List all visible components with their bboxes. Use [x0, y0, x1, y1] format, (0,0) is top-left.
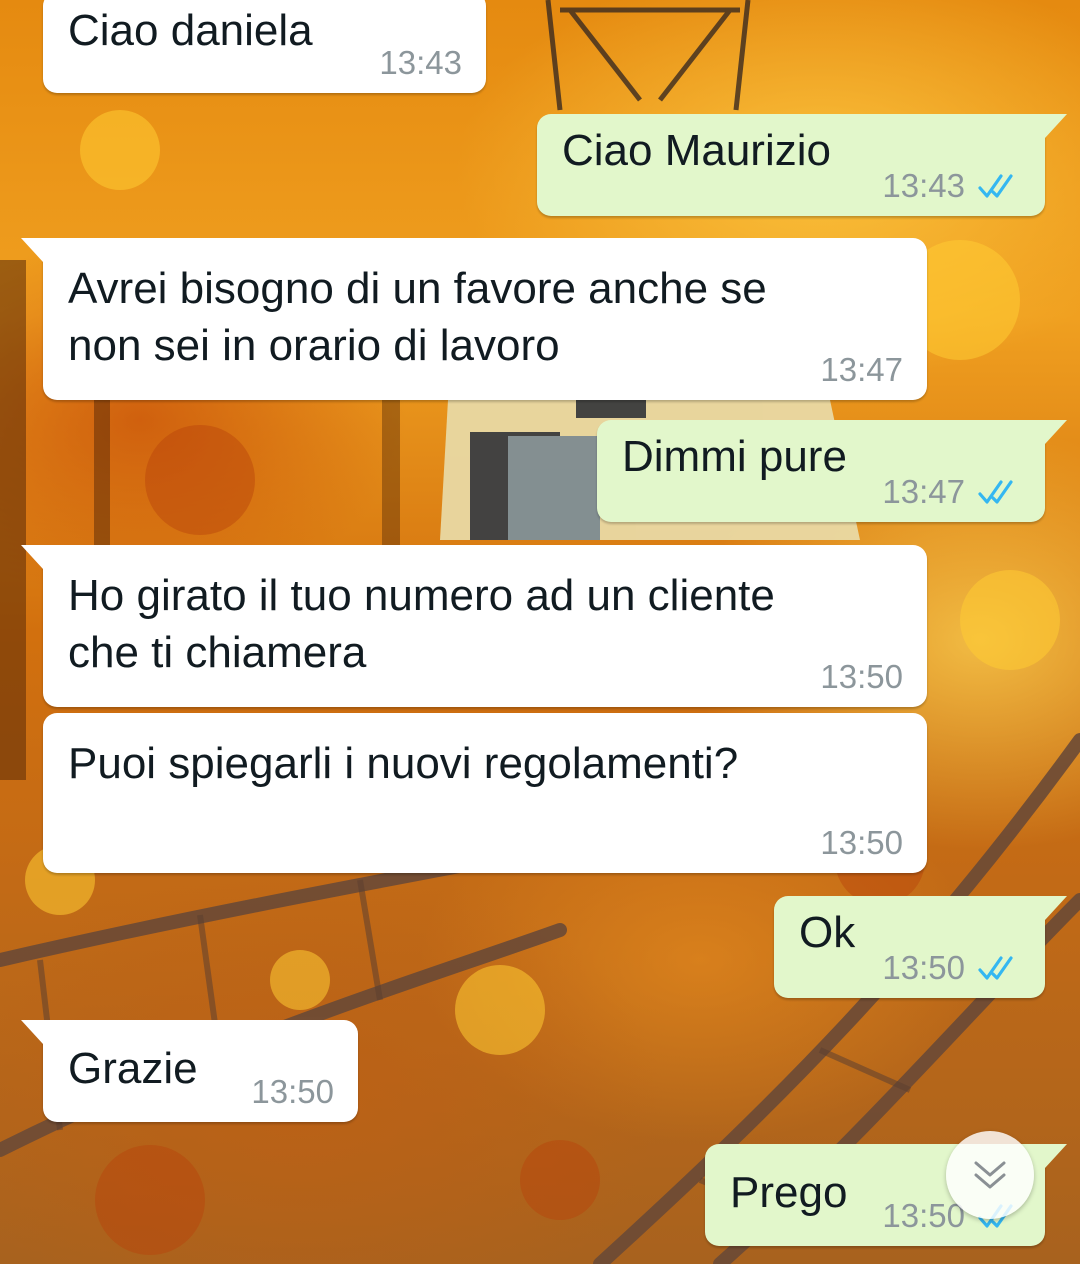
message-text: Dimmi pure	[622, 432, 847, 481]
message-meta: 13:50	[251, 1072, 334, 1112]
message-meta: 13:43	[379, 43, 462, 83]
message-time: 13:50	[251, 1073, 334, 1110]
message-text: Prego	[730, 1168, 848, 1217]
message-outgoing[interactable]: Ciao Maurizio 13:43	[537, 114, 1067, 216]
message-meta: 13:50	[820, 657, 903, 697]
message-outgoing[interactable]: Dimmi pure 13:47	[597, 420, 1067, 522]
double-check-icon	[978, 174, 1013, 198]
message-time: 13:50	[882, 1197, 965, 1234]
message-time: 13:47	[820, 351, 903, 388]
message-text-line: Avrei bisogno di un favore anche se	[68, 264, 767, 313]
message-time: 13:50	[820, 658, 903, 695]
message-time: 13:50	[820, 824, 903, 861]
message-text: Puoi spiegarli i nuovi regolamenti?	[68, 739, 739, 788]
chat-conversation[interactable]: Ciao daniela 13:43 Ciao Maurizio 13:43 A…	[0, 0, 1080, 1264]
message-text-line: Ho girato il tuo numero ad un cliente	[68, 571, 775, 620]
message-incoming[interactable]: Ciao daniela 13:43	[43, 0, 486, 93]
message-time: 13:43	[379, 44, 462, 81]
message-time: 13:43	[882, 167, 965, 204]
message-incoming[interactable]: Avrei bisogno di un favore anche se non …	[21, 238, 927, 400]
message-meta: 13:47	[882, 472, 1021, 512]
message-time: 13:47	[882, 473, 965, 510]
message-text-line: che ti chiamera	[68, 628, 367, 677]
message-incoming[interactable]: Ho girato il tuo numero ad un cliente ch…	[21, 545, 927, 707]
double-chevron-down-icon	[974, 1161, 1006, 1189]
message-outgoing[interactable]: Ok 13:50	[774, 896, 1067, 998]
scroll-to-bottom-button[interactable]	[946, 1131, 1034, 1219]
message-meta: 13:43	[882, 166, 1021, 206]
double-check-icon	[978, 956, 1013, 980]
message-meta: 13:47	[820, 350, 903, 390]
message-text-line: non sei in orario di lavoro	[68, 321, 560, 370]
message-text: Grazie	[68, 1044, 198, 1093]
message-time: 13:50	[882, 949, 965, 986]
message-meta: 13:50	[882, 948, 1021, 988]
message-incoming[interactable]: Puoi spiegarli i nuovi regolamenti? 13:5…	[43, 713, 927, 873]
message-text: Ciao Maurizio	[562, 126, 831, 175]
message-text: Ok	[799, 908, 856, 957]
message-incoming[interactable]: Grazie 13:50	[21, 1020, 358, 1122]
message-meta: 13:50	[820, 823, 903, 863]
message-text: Ciao daniela	[68, 6, 313, 55]
double-check-icon	[978, 480, 1013, 504]
